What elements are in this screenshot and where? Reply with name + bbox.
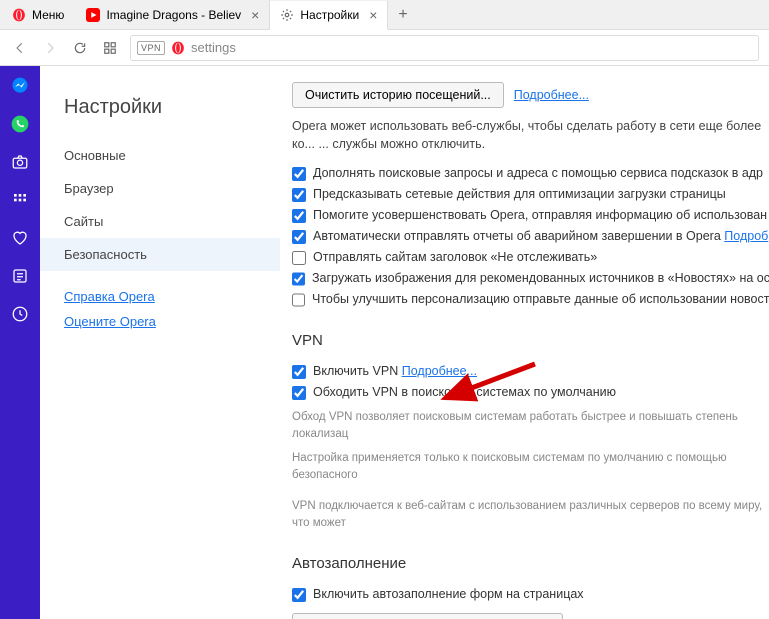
back-button[interactable] <box>10 38 30 58</box>
chk-predict[interactable] <box>292 188 306 202</box>
chk-vpn-bypass[interactable] <box>292 386 306 400</box>
grid-icon[interactable] <box>10 190 30 210</box>
vpn-heading: VPN <box>292 332 769 349</box>
settings-sidebar: Настройки Основные Браузер Сайты Безопас… <box>40 66 280 619</box>
sidebar-item-basic[interactable]: Основные <box>40 139 280 172</box>
chk-label[interactable]: Включить автозаполнение форм на страница… <box>313 587 584 601</box>
messenger-icon[interactable] <box>10 76 30 96</box>
help-link[interactable]: Справка Opera <box>64 289 256 304</box>
gear-icon <box>280 8 294 22</box>
menu-button[interactable]: Меню <box>0 0 76 29</box>
left-sidebar <box>0 66 40 619</box>
tab-youtube[interactable]: Imagine Dragons - Believ × <box>76 0 270 29</box>
history-icon[interactable] <box>10 304 30 324</box>
chk-suggest[interactable] <box>292 167 306 181</box>
web-services-desc: Opera может использовать веб-службы, что… <box>292 118 769 153</box>
vpn-hint: VPN подключается к веб-сайтам с использо… <box>292 498 769 533</box>
chk-label[interactable]: Обходить VPN в поисковых системах по умо… <box>313 385 616 399</box>
chk-label[interactable]: Загружать изображения для рекомендованны… <box>312 271 769 285</box>
tab-title: Imagine Dragons - Believ <box>106 8 241 22</box>
forward-button[interactable] <box>40 38 60 58</box>
clear-history-button[interactable]: Очистить историю посещений... <box>292 82 504 108</box>
menu-label: Меню <box>32 8 64 22</box>
chk-label[interactable]: Отправлять сайтам заголовок «Не отслежив… <box>313 250 597 264</box>
chk-dnt[interactable] <box>292 251 306 265</box>
chk-personalize[interactable] <box>292 293 305 307</box>
chk-improve[interactable] <box>292 209 306 223</box>
chk-label[interactable]: Помогите усовершенствовать Opera, отправ… <box>313 208 767 222</box>
sidebar-item-browser[interactable]: Браузер <box>40 172 280 205</box>
titlebar: Меню Imagine Dragons - Believ × Настройк… <box>0 0 769 30</box>
page-title: Настройки <box>40 78 280 139</box>
chk-label[interactable]: Автоматически отправлять отчеты об авари… <box>313 229 768 243</box>
chk-autofill[interactable] <box>292 588 306 602</box>
sidebar-item-security[interactable]: Безопасность <box>40 238 280 271</box>
settings-main: Очистить историю посещений... Подробнее.… <box>280 66 769 619</box>
crash-more-link[interactable]: Подроб <box>724 229 768 243</box>
vpn-badge[interactable]: VPN <box>137 41 165 55</box>
chk-crash[interactable] <box>292 230 306 244</box>
tab-title: Настройки <box>300 8 359 22</box>
vpn-hint: Обход VPN позволяет поисковым системам р… <box>292 409 769 444</box>
rate-link[interactable]: Оцените Opera <box>64 314 256 329</box>
youtube-icon <box>86 8 100 22</box>
vpn-more-link[interactable]: Подробнее... <box>402 364 477 378</box>
chk-label[interactable]: Дополнять поисковые запросы и адреса с п… <box>313 166 763 180</box>
toolbar: VPN <box>0 30 769 66</box>
chk-news-img[interactable] <box>292 272 305 286</box>
heart-icon[interactable] <box>10 228 30 248</box>
close-icon[interactable]: × <box>251 7 259 23</box>
tab-settings[interactable]: Настройки × <box>270 1 388 30</box>
vpn-hint: Настройка применяется только к поисковым… <box>292 450 769 485</box>
opera-icon <box>171 41 185 55</box>
address-bar[interactable]: VPN <box>130 35 759 61</box>
autofill-heading: Автозаполнение <box>292 555 769 572</box>
sidebar-item-sites[interactable]: Сайты <box>40 205 280 238</box>
clear-more-link[interactable]: Подробнее... <box>514 88 589 102</box>
whatsapp-icon[interactable] <box>10 114 30 134</box>
address-input[interactable] <box>191 40 752 55</box>
snapshot-icon[interactable] <box>10 152 30 172</box>
manage-autofill-button[interactable]: Управление настройками автозаполнения <box>292 613 563 619</box>
new-tab-button[interactable]: + <box>388 6 417 24</box>
chk-label[interactable]: Предсказывать сетевые действия для оптим… <box>313 187 726 201</box>
opera-icon <box>12 8 26 22</box>
chk-label[interactable]: Чтобы улучшить персонализацию отправьте … <box>312 292 769 306</box>
speed-dial-button[interactable] <box>100 38 120 58</box>
chk-label[interactable]: Включить VPN Подробнее... <box>313 364 477 378</box>
news-icon[interactable] <box>10 266 30 286</box>
close-icon[interactable]: × <box>369 7 377 23</box>
reload-button[interactable] <box>70 38 90 58</box>
chk-vpn-enable[interactable] <box>292 365 306 379</box>
